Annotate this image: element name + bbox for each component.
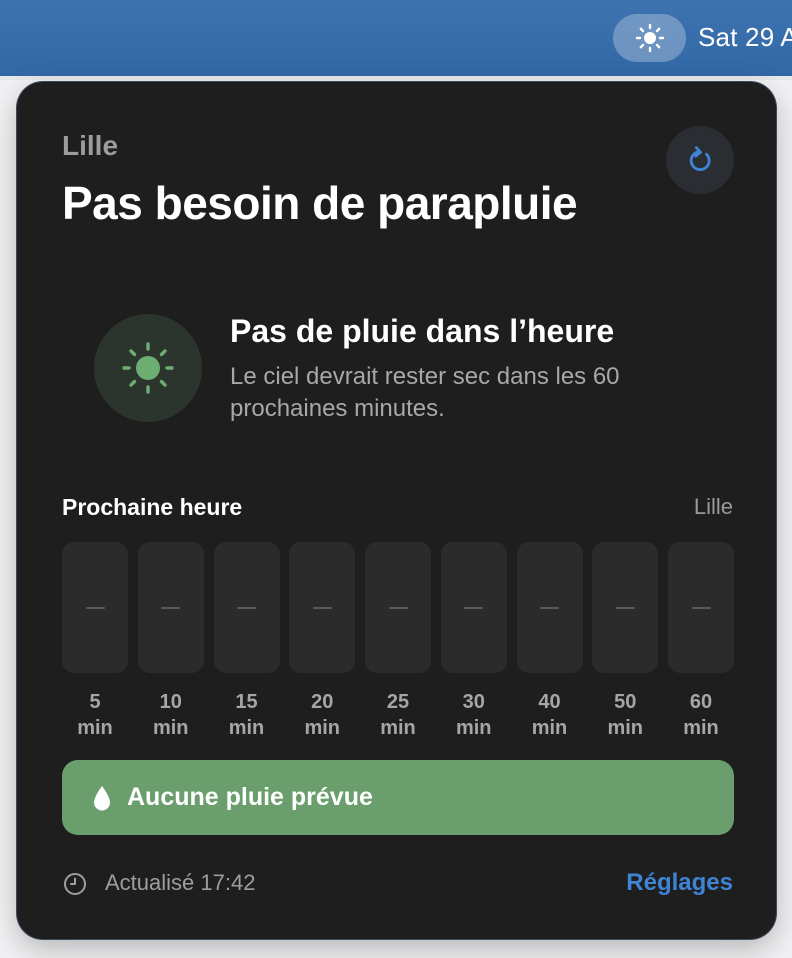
refresh-button[interactable] [666,126,734,194]
menubar-divider [0,76,792,80]
forecast-bar [365,542,431,673]
slot-unit: min [304,717,341,739]
menu-bar: Sat 29 A [0,0,792,77]
slot-minutes: 60 [689,691,713,713]
headline: Pas besoin de parapluie [62,177,578,229]
slot-unit: min [531,717,568,739]
minute-forecast: 5 min 10 min 15 min 20 min 25 min 30 min [62,542,734,742]
no-data-dash [312,606,332,609]
forecast-slot: 50 min [592,542,659,741]
forecast-bar [213,542,280,673]
slot-unit: min [380,717,416,739]
forecast-bar [137,542,204,673]
weather-status-item[interactable] [613,14,686,62]
forecast-slot: 25 min [365,542,431,741]
no-data-dash [464,606,484,609]
forecast-bar [289,542,356,673]
summary-title: Pas de pluie dans l’heure [230,313,615,349]
slot-minutes: 50 [614,691,637,713]
slot-minutes: 30 [462,691,485,713]
slot-minutes: 20 [311,691,334,713]
no-data-dash [161,606,181,609]
slot-unit: min [683,717,719,739]
forecast-bar [592,542,659,673]
forecast-slot: 40 min [516,542,583,741]
menubar-date[interactable]: Sat 29 A [698,22,792,53]
slot-unit: min [77,717,113,739]
forecast-bar [62,542,128,673]
forecast-slot: 60 min [668,542,734,741]
slot-unit: min [455,717,492,739]
slot-minutes: 5 [89,691,101,713]
raindrop-icon [91,784,113,812]
forecast-slot: 30 min [440,542,507,741]
forecast-bar [516,542,583,673]
no-data-dash [85,606,105,609]
clock-icon [63,872,87,896]
slot-minutes: 10 [159,691,182,713]
slot-minutes: 40 [538,691,561,713]
sun-icon [635,23,664,53]
no-data-dash [691,606,711,609]
slot-unit: min [228,717,265,739]
forecast-slot: 20 min [289,542,356,741]
slot-unit: min [152,717,189,739]
forecast-slot: 5 min [62,542,128,741]
last-updated: Actualisé 17:42 [105,870,256,895]
slot-minutes: 15 [235,691,258,713]
refresh-icon [689,146,711,171]
summary-description: Le ciel devrait rester sec dans les 60 p… [230,363,620,422]
forecast-section-title: Prochaine heure [62,494,243,520]
slot-minutes: 25 [386,691,410,713]
no-data-dash [237,606,256,609]
weather-popover: Lille Pas besoin de parapluie Pas de plu… [17,82,776,939]
summary-icon-badge [94,314,202,422]
slot-unit: min [607,717,644,739]
no-data-dash [540,606,559,609]
no-data-dash [388,606,408,609]
location-name: Lille [62,130,119,161]
rain-status-banner: Aucune pluie prévue [62,760,734,835]
settings-link[interactable]: Réglages [626,869,733,897]
forecast-location: Lille [693,494,733,519]
forecast-bar [440,542,507,673]
forecast-slot: 10 min [137,542,204,741]
forecast-slot: 15 min [213,542,280,741]
rain-status-text: Aucune pluie prévue [127,783,373,811]
forecast-bar [668,542,734,673]
no-data-dash [615,606,635,609]
sun-icon [122,342,174,394]
